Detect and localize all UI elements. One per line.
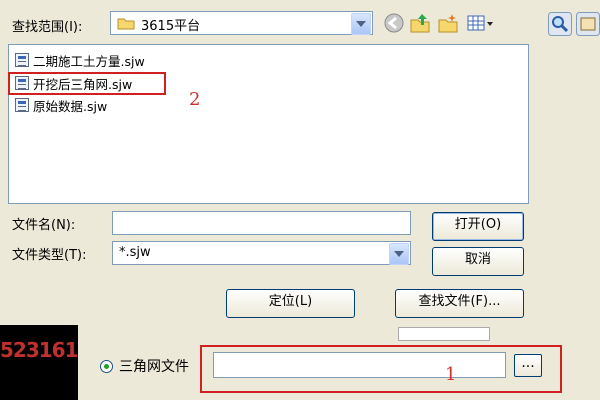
look-in-value: 3615平台	[141, 19, 201, 34]
cad-label: 523161	[0, 338, 78, 362]
find-files-button[interactable]: 查找文件(F)...	[395, 289, 524, 318]
filetype-value: *.sjw	[119, 245, 151, 260]
cancel-button[interactable]: 取消	[432, 247, 524, 276]
chevron-down-icon[interactable]	[351, 13, 371, 35]
search-icon[interactable]	[548, 12, 572, 36]
tin-file-input[interactable]	[213, 352, 506, 378]
list-item[interactable]: 原始数据.sjw	[15, 96, 107, 114]
new-folder-icon[interactable]	[437, 12, 459, 34]
folder-icon	[117, 18, 135, 30]
filetype-label: 文件类型(T):	[12, 248, 87, 263]
file-name: 原始数据.sjw	[33, 98, 108, 114]
image-tool-icon[interactable]	[576, 12, 600, 36]
list-item[interactable]: 二期施工土方量.sjw	[15, 51, 145, 69]
view-menu-icon[interactable]	[466, 12, 494, 34]
file-name: 二期施工土方量.sjw	[33, 53, 145, 69]
back-icon[interactable]	[383, 12, 405, 34]
chevron-down-icon[interactable]	[389, 243, 409, 265]
file-icon	[15, 98, 29, 112]
annotation-step1: 1	[445, 364, 457, 385]
tin-file-radio[interactable]	[100, 360, 113, 373]
open-button[interactable]: 打开(O)	[432, 212, 524, 241]
annotation-step2: 2	[189, 89, 201, 110]
highlight-box-step2	[8, 72, 166, 95]
up-folder-icon[interactable]	[409, 12, 431, 34]
filetype-select[interactable]: *.sjw	[112, 241, 411, 265]
look-in-combo[interactable]: 3615平台	[110, 11, 373, 35]
filename-input[interactable]	[112, 211, 411, 235]
file-icon	[15, 53, 29, 67]
look-in-label: 查找范围(I):	[12, 20, 83, 35]
faded-input	[398, 327, 490, 341]
tin-file-label: 三角网文件	[119, 359, 189, 375]
filename-label: 文件名(N):	[12, 218, 76, 233]
file-list[interactable]: 二期施工土方量.sjw 开挖后三角网.sjw 原始数据.sjw	[8, 44, 529, 204]
browse-button[interactable]: ...	[514, 354, 542, 377]
right-toolbar-area	[538, 0, 600, 320]
locate-button[interactable]: 定位(L)	[226, 289, 355, 318]
